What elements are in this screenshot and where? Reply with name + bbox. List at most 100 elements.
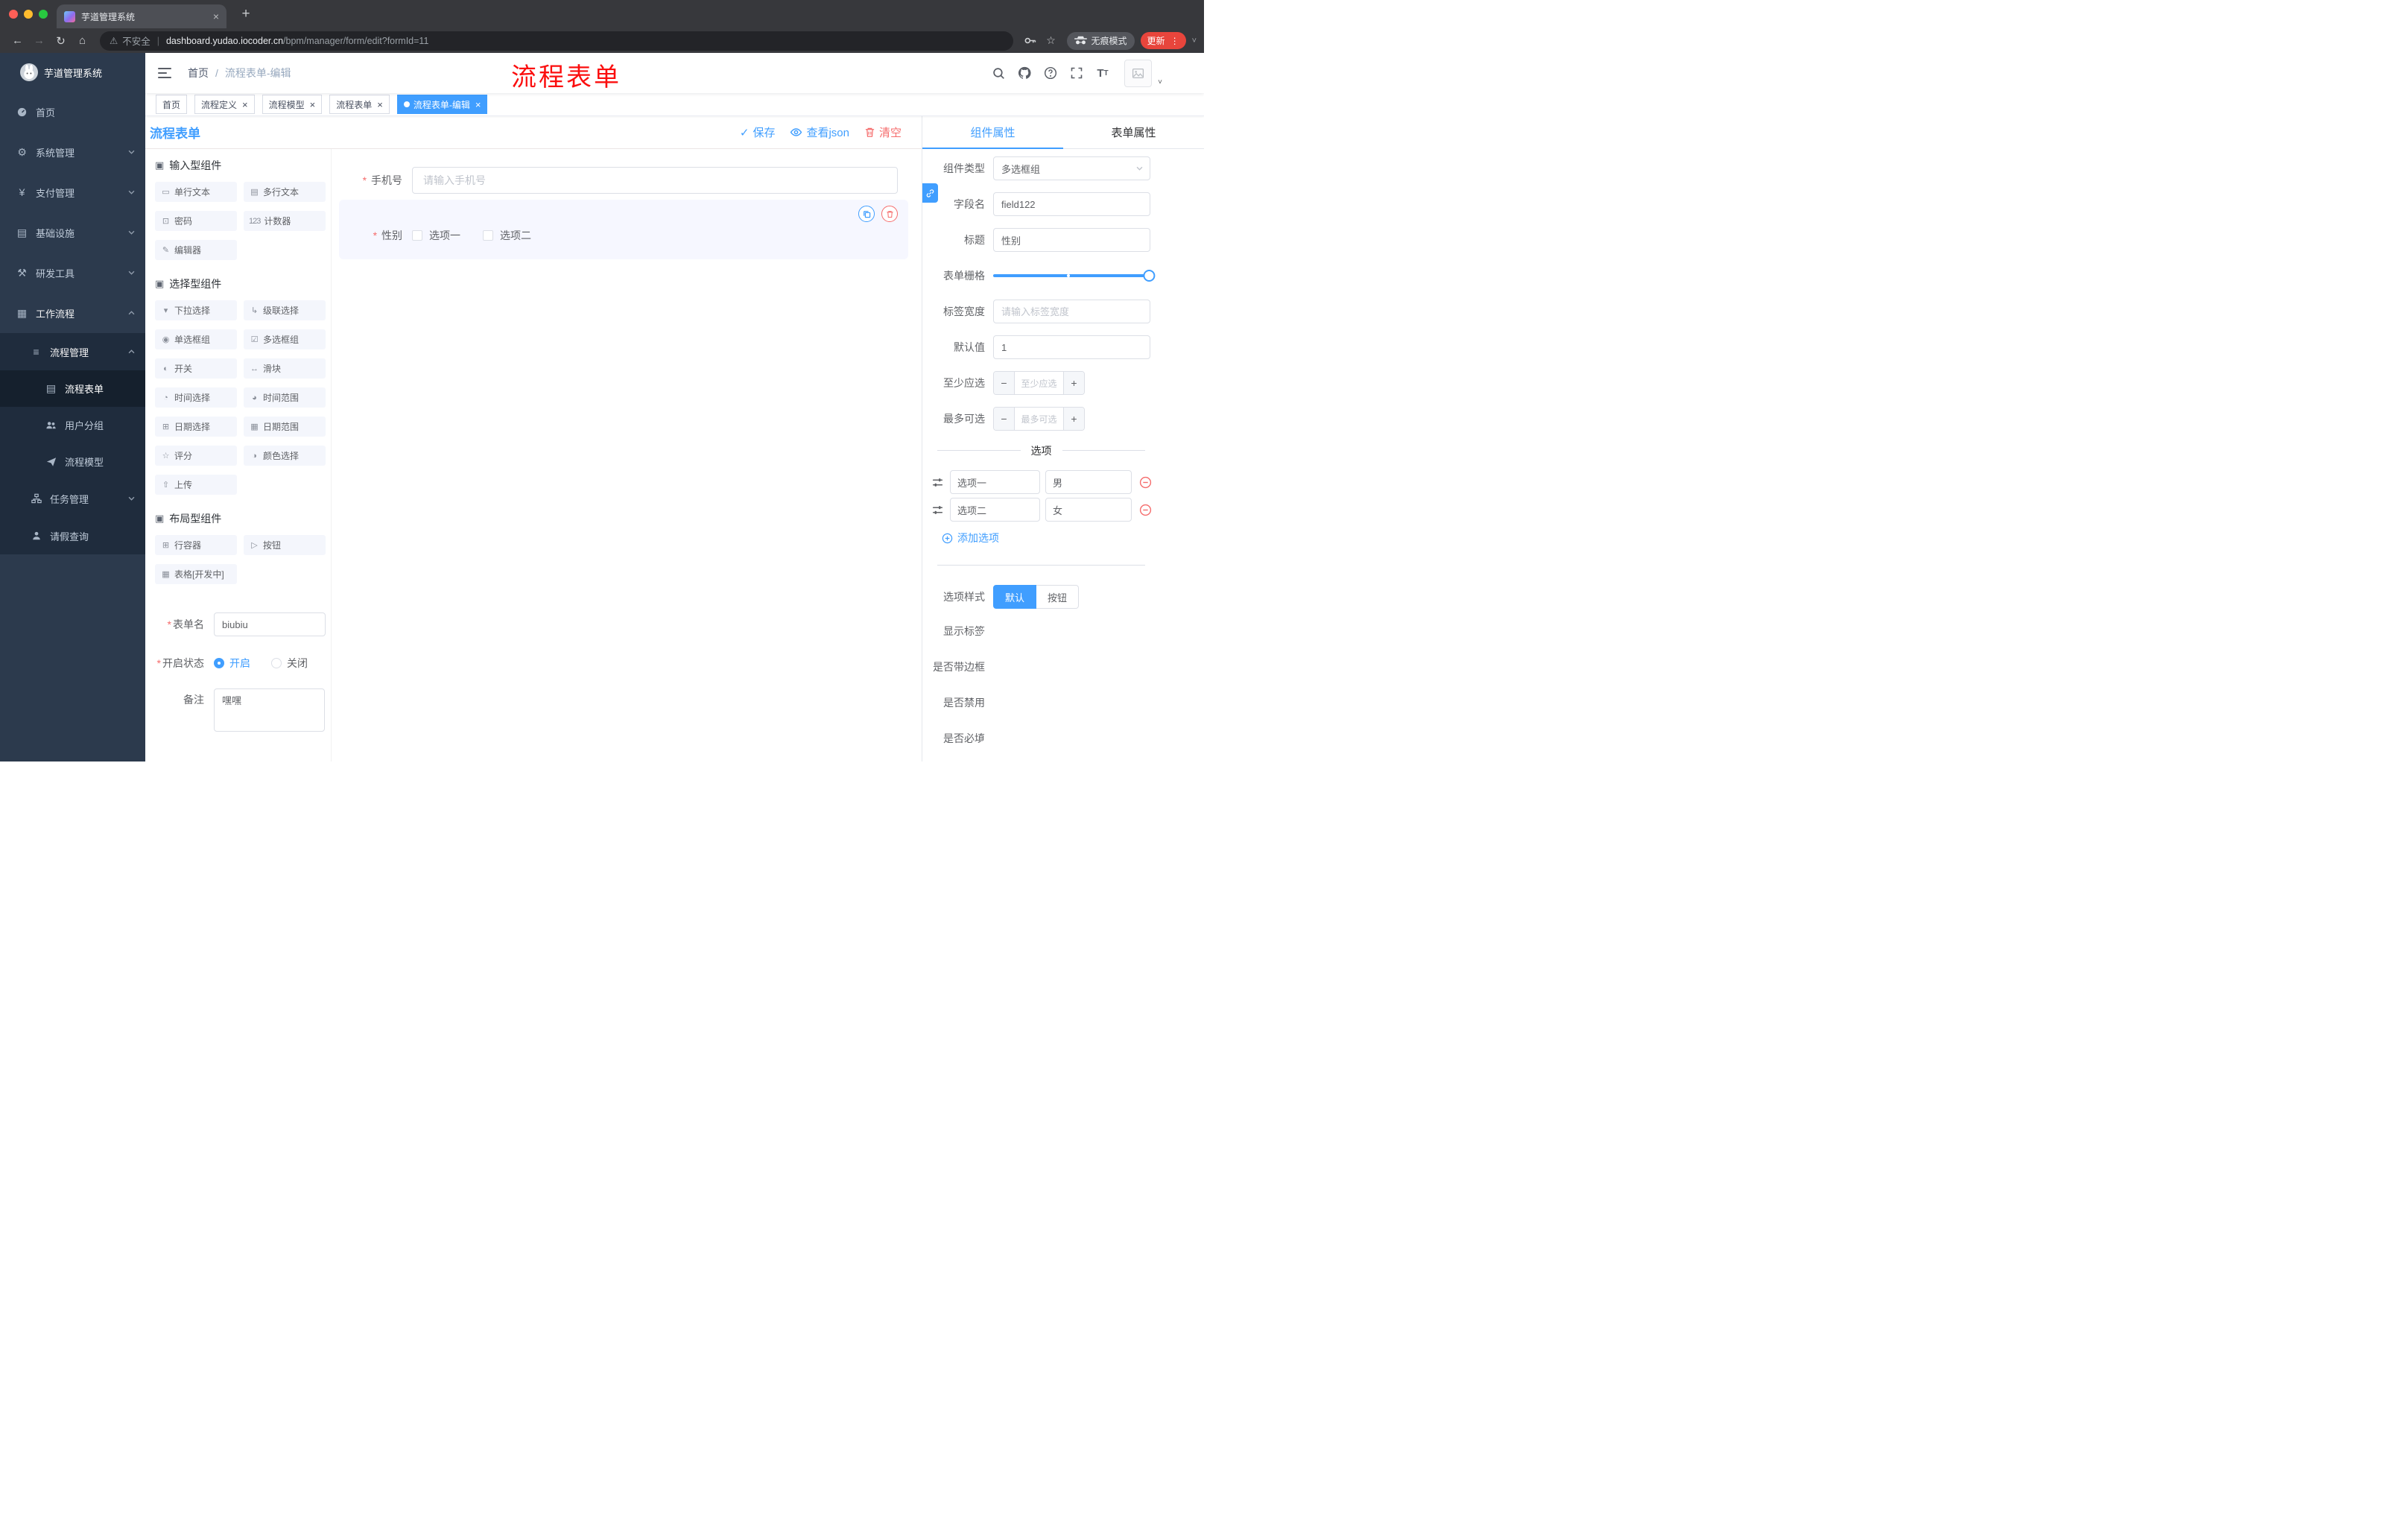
drag-handle-icon[interactable] [932, 477, 943, 488]
form-remark-textarea[interactable]: 嘿嘿 [214, 688, 325, 732]
forward-icon[interactable]: → [29, 31, 49, 51]
option-value-input[interactable] [1045, 470, 1132, 494]
palette-item-editor[interactable]: ✎ 编辑器 [155, 240, 237, 260]
tag-close-icon[interactable]: × [242, 100, 248, 110]
hamburger-icon[interactable] [156, 65, 173, 81]
github-icon[interactable] [1016, 64, 1033, 82]
component-type-select[interactable] [993, 156, 1150, 180]
tag-close-icon[interactable]: × [310, 100, 316, 110]
palette-item-upload[interactable]: ⇧ 上传 [155, 475, 237, 495]
palette-item-table[interactable]: ▦ 表格[开发中] [155, 564, 237, 584]
drawing-canvas[interactable]: * 手机号 * 性别 [332, 149, 922, 762]
tag-home[interactable]: 首页 [156, 95, 188, 114]
close-window-button[interactable] [9, 10, 18, 19]
help-icon[interactable] [1042, 64, 1059, 82]
title-input[interactable] [993, 228, 1150, 252]
option-label-input[interactable] [950, 470, 1040, 494]
address-bar[interactable]: ⚠ 不安全 | dashboard.yudao.iocoder.cn/bpm/m… [100, 31, 1013, 51]
minimize-window-button[interactable] [24, 10, 33, 19]
tag-process-form[interactable]: 流程表单 × [329, 95, 390, 114]
fullscreen-icon[interactable] [1068, 64, 1086, 82]
min-select-placeholder[interactable]: 至少应选 [1015, 372, 1063, 394]
status-on-radio[interactable]: 开启 [214, 656, 250, 671]
reload-icon[interactable]: ↻ [51, 31, 71, 51]
max-select-placeholder[interactable]: 最多可选 [1015, 408, 1063, 430]
checkbox-box[interactable] [412, 230, 422, 241]
stepper-decrease-button[interactable]: − [994, 372, 1015, 394]
sidebar-item-home[interactable]: 首页 [0, 92, 145, 132]
canvas-field-phone[interactable]: * 手机号 [339, 164, 908, 197]
palette-item-row-container[interactable]: ⊞ 行容器 [155, 535, 237, 555]
canvas-field-gender[interactable]: * 性别 选项一 选项二 [339, 200, 908, 259]
grid-slider[interactable] [993, 264, 1156, 288]
slider-handle[interactable] [1143, 270, 1156, 282]
remove-option-button[interactable] [1139, 504, 1152, 516]
palette-item-checkbox-group[interactable]: ☑ 多选框组 [244, 329, 326, 349]
tag-close-icon[interactable]: × [475, 100, 481, 110]
password-key-icon[interactable] [1021, 31, 1040, 51]
palette-item-date-range[interactable]: ▦ 日期范围 [244, 417, 326, 437]
palette-item-time-range[interactable]: ◕ 时间范围 [244, 387, 326, 408]
palette-item-rate[interactable]: ☆ 评分 [155, 446, 237, 466]
palette-item-button[interactable]: ▷ 按钮 [244, 535, 326, 555]
checkbox-option-1[interactable]: 选项一 [412, 228, 460, 243]
sidebar-item-system[interactable]: ⚙ 系统管理 [0, 132, 145, 172]
palette-item-radio-group[interactable]: ◉ 单选框组 [155, 329, 237, 349]
tag-process-form-edit[interactable]: 流程表单-编辑 × [396, 95, 488, 114]
palette-item-select[interactable]: ▾ 下拉选择 [155, 300, 237, 320]
field-name-input[interactable] [993, 192, 1150, 216]
security-chip[interactable]: ⚠ 不安全 [110, 34, 150, 48]
sidebar-item-process-management[interactable]: ≡ 流程管理 [0, 333, 145, 370]
palette-item-color-picker[interactable]: ◑ 颜色选择 [244, 446, 326, 466]
palette-item-textarea[interactable]: ▤ 多行文本 [244, 182, 326, 202]
remove-option-button[interactable] [1139, 476, 1152, 489]
style-default-button[interactable]: 默认 [993, 585, 1037, 609]
palette-item-single-line[interactable]: ▭ 单行文本 [155, 182, 237, 202]
palette-item-switch[interactable]: ◐ 开关 [155, 358, 237, 379]
view-json-button[interactable]: 查看json [790, 124, 849, 140]
sidebar-item-user-groups[interactable]: 用户分组 [0, 407, 145, 443]
option-label-input[interactable] [950, 498, 1040, 522]
font-size-icon[interactable]: TT [1094, 64, 1112, 82]
maximize-window-button[interactable] [39, 10, 48, 19]
palette-item-date-picker[interactable]: ⊞ 日期选择 [155, 417, 237, 437]
avatar[interactable]: ˅ [1124, 59, 1162, 87]
tag-process-definition[interactable]: 流程定义 × [194, 95, 255, 114]
phone-input[interactable] [412, 167, 898, 194]
stepper-decrease-button[interactable]: − [994, 408, 1015, 430]
checkbox-option-2[interactable]: 选项二 [483, 228, 531, 243]
tab-form-props[interactable]: 表单属性 [1063, 116, 1204, 148]
back-icon[interactable]: ← [7, 31, 28, 51]
sidebar-item-leave-query[interactable]: 请假查询 [0, 517, 145, 554]
tag-close-icon[interactable]: × [377, 100, 383, 110]
delete-component-button[interactable] [881, 206, 898, 222]
tab-close-icon[interactable]: × [213, 11, 219, 22]
sidebar-item-workflow[interactable]: ▦ 工作流程 [0, 293, 145, 333]
form-name-input[interactable] [214, 612, 326, 636]
home-icon[interactable]: ⌂ [72, 31, 92, 51]
add-option-button[interactable]: 添加选项 [942, 531, 1204, 545]
palette-item-time-picker[interactable]: ◔ 时间选择 [155, 387, 237, 408]
default-value-input[interactable] [993, 335, 1150, 359]
sidebar-item-payment[interactable]: ¥ 支付管理 [0, 172, 145, 212]
drag-handle-icon[interactable] [932, 504, 943, 516]
copy-component-button[interactable] [858, 206, 875, 222]
slider-track[interactable] [993, 270, 1156, 282]
update-browser-button[interactable]: 更新 ⋮ [1140, 32, 1186, 49]
clear-button[interactable]: 清空 [864, 124, 902, 140]
link-handle-button[interactable] [922, 183, 938, 203]
sidebar-item-process-model[interactable]: 流程模型 [0, 443, 145, 480]
component-type-value[interactable] [993, 156, 1150, 180]
sidebar-item-infrastructure[interactable]: ▤ 基础设施 [0, 212, 145, 253]
palette-item-counter[interactable]: 123 计数器 [244, 211, 326, 231]
stepper-increase-button[interactable]: + [1063, 408, 1084, 430]
sidebar-item-task-management[interactable]: 任务管理 [0, 480, 145, 517]
checkbox-box[interactable] [483, 230, 493, 241]
palette-item-password[interactable]: ⊡ 密码 [155, 211, 237, 231]
status-off-radio[interactable]: 关闭 [271, 656, 308, 671]
chevron-down-icon[interactable]: ˅ [1192, 37, 1197, 45]
style-button-button[interactable]: 按钮 [1036, 585, 1080, 609]
breadcrumb-home[interactable]: 首页 [188, 66, 209, 80]
new-tab-button[interactable]: + [237, 5, 255, 23]
browser-menu-icon[interactable]: ⋮ [1170, 36, 1179, 46]
